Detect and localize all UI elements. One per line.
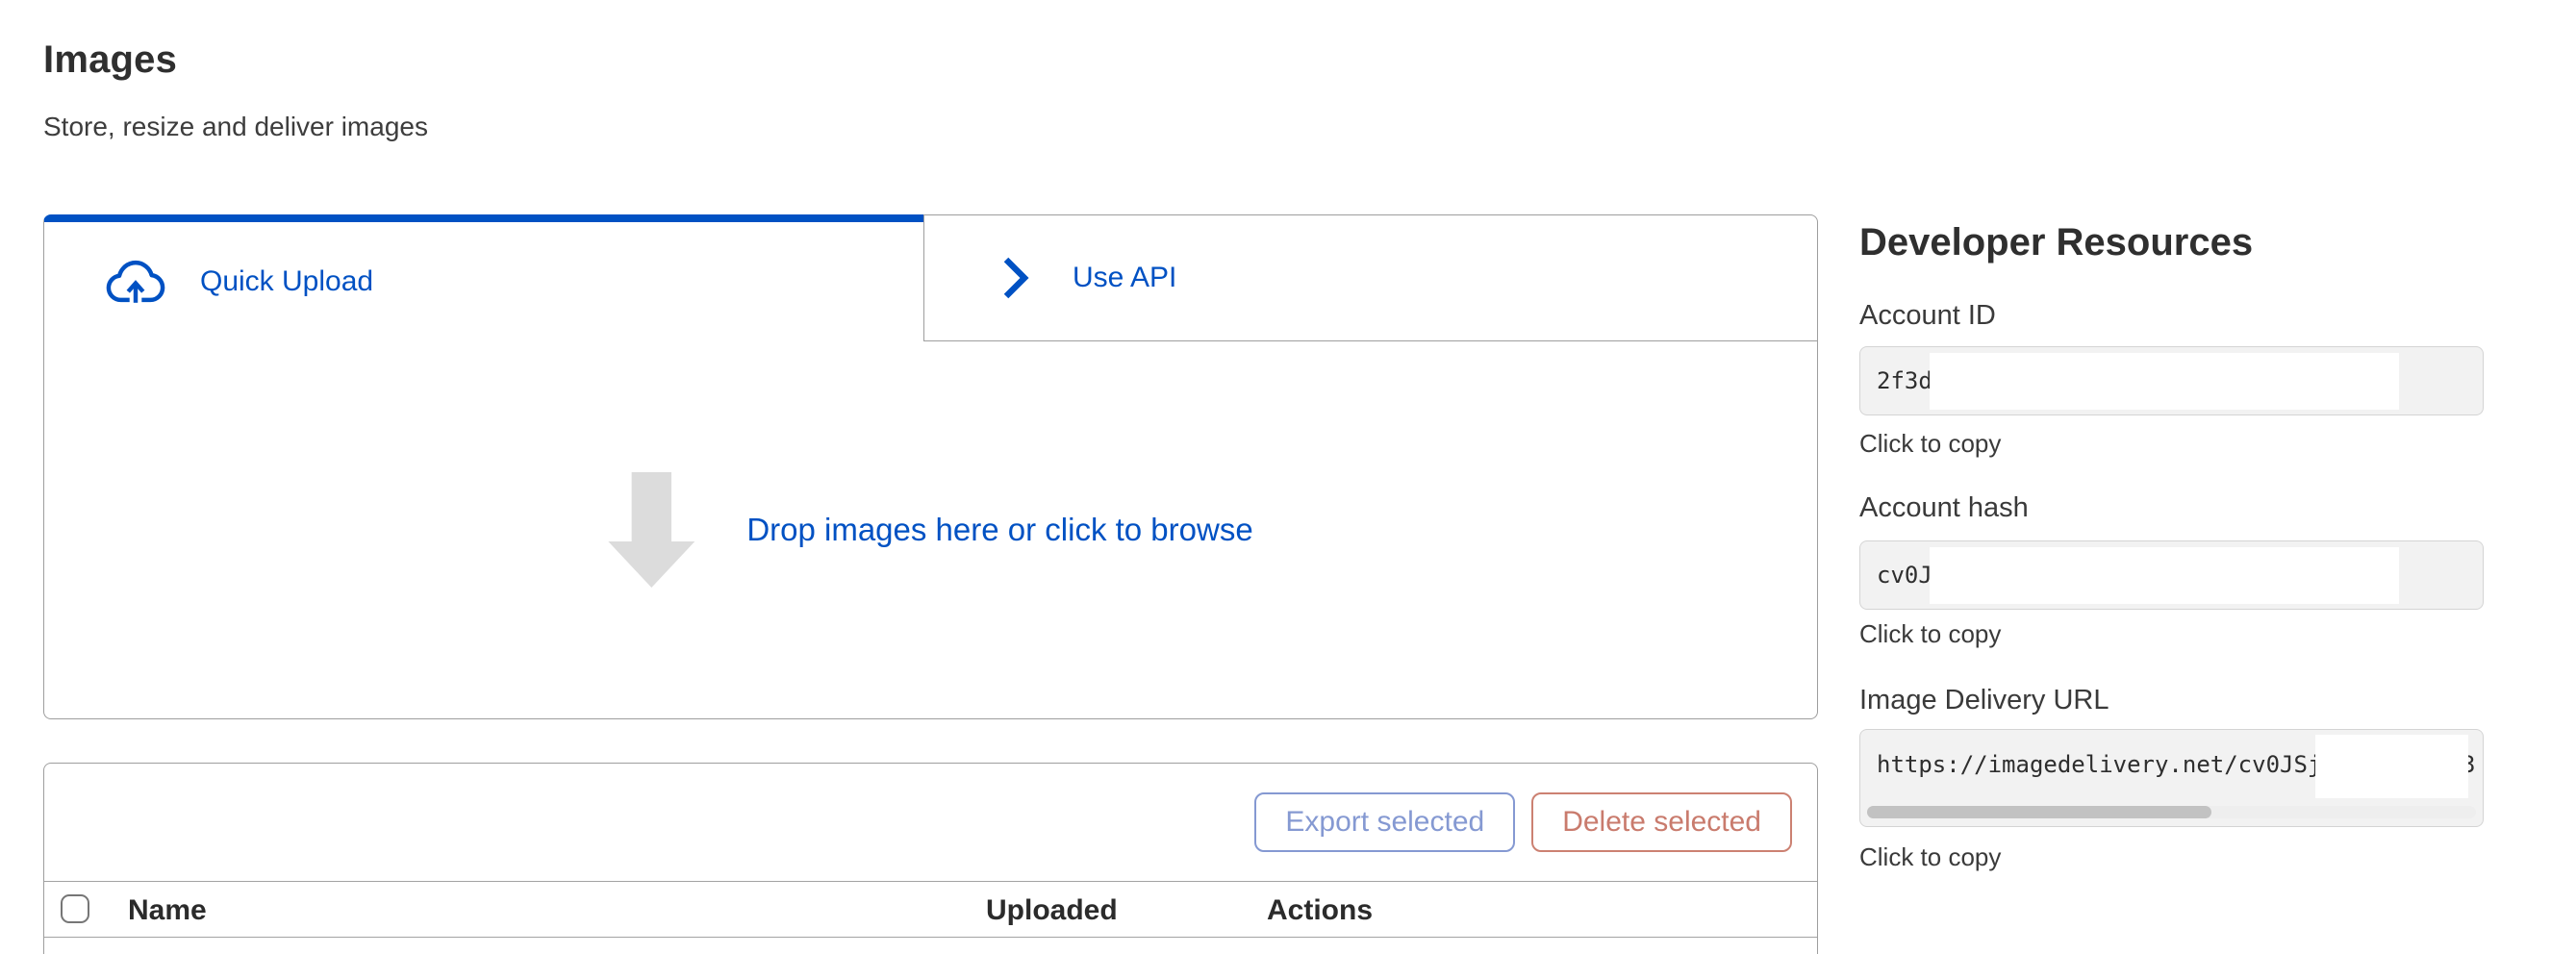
drop-zone-label: Drop images here or click to browse — [746, 512, 1252, 548]
horizontal-scrollbar-track — [1867, 806, 2476, 818]
account-hash-field[interactable]: cv0J — [1859, 540, 2484, 610]
images-page: Images Store, resize and deliver images … — [0, 0, 2576, 954]
redaction-overlay — [2315, 735, 2468, 798]
image-delivery-url-field[interactable]: https://imagedelivery.net/cv0JSj 3 — [1859, 729, 2484, 827]
sidebar-title: Developer Resources — [1859, 221, 2253, 264]
account-id-copy-hint: Click to copy — [1859, 429, 2001, 459]
account-id-label: Account ID — [1859, 300, 1996, 332]
header-divider — [44, 937, 1817, 938]
horizontal-scrollbar-thumb[interactable] — [1867, 806, 2211, 818]
chevron-right-icon — [1001, 256, 1030, 300]
account-hash-label: Account hash — [1859, 492, 2029, 524]
select-all-checkbox[interactable] — [61, 894, 89, 923]
redaction-overlay — [1930, 353, 2399, 410]
arrow-down-icon — [608, 472, 695, 588]
image-delivery-url-label: Image Delivery URL — [1859, 685, 2109, 716]
image-delivery-url-copy-hint: Click to copy — [1859, 842, 2001, 872]
image-drop-zone[interactable]: Drop images here or click to browse — [43, 341, 1818, 719]
column-header-actions: Actions — [1267, 894, 1373, 927]
page-subtitle: Store, resize and deliver images — [43, 112, 428, 142]
cloud-upload-icon — [106, 260, 165, 304]
partial-character: 3 — [2468, 751, 2477, 784]
tab-quick-upload[interactable]: Quick Upload — [43, 214, 923, 341]
page-title: Images — [43, 38, 177, 82]
image-delivery-url-value: https://imagedelivery.net/cv0JSj — [1877, 751, 2321, 778]
tab-quick-upload-label: Quick Upload — [200, 265, 373, 298]
column-header-name: Name — [128, 894, 207, 927]
export-selected-button[interactable]: Export selected — [1254, 792, 1515, 852]
tab-use-api[interactable]: Use API — [923, 214, 1818, 341]
column-header-uploaded: Uploaded — [986, 894, 1118, 927]
tab-use-api-label: Use API — [1073, 262, 1176, 294]
delete-selected-button[interactable]: Delete selected — [1531, 792, 1792, 852]
redaction-overlay — [1930, 547, 2399, 604]
images-table-card: Export selected Delete selected Name Upl… — [43, 763, 1818, 954]
account-id-value: 2f3d — [1877, 367, 1932, 394]
account-hash-value: cv0J — [1877, 562, 1932, 589]
account-id-field[interactable]: 2f3d — [1859, 346, 2484, 415]
upload-tabs-card: Quick Upload Use API Drop images here or… — [43, 214, 1818, 719]
account-hash-copy-hint: Click to copy — [1859, 619, 2001, 649]
table-toolbar: Export selected Delete selected — [44, 764, 1817, 881]
table-header-row: Name Uploaded Actions — [44, 882, 1817, 937]
developer-resources-panel: Developer Resources Account ID 2f3d Clic… — [1859, 0, 2484, 954]
